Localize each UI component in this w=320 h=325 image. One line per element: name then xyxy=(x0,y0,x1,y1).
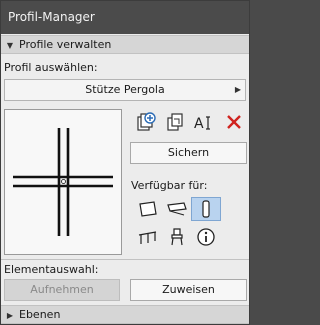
new-profile-icon[interactable] xyxy=(135,111,157,133)
availability-label: Verfügbar für: xyxy=(131,179,208,192)
profile-dropdown-value: Stütze Pergola xyxy=(85,83,165,96)
profile-cross-shape xyxy=(13,128,113,236)
window-title: Profil-Manager xyxy=(1,1,249,34)
triangle-down-icon: ▼ xyxy=(6,41,14,50)
duplicate-profile-icon[interactable] xyxy=(164,111,186,133)
capture-button[interactable]: Aufnehmen xyxy=(4,279,120,301)
profile-dropdown[interactable]: Stütze Pergola ▶ xyxy=(4,79,246,101)
section-header-profiles-label: Profile verwalten xyxy=(19,38,112,51)
section-header-profiles[interactable]: ▼ Profile verwalten xyxy=(1,35,249,54)
delete-profile-icon[interactable] xyxy=(223,111,245,133)
divider xyxy=(1,259,249,260)
triangle-right-icon: ▶ xyxy=(6,311,14,320)
rename-profile-icon[interactable]: A xyxy=(193,111,215,133)
profile-select-label: Profil auswählen: xyxy=(4,61,98,74)
triangle-right-icon: ▶ xyxy=(234,85,241,94)
wall-tool-icon[interactable] xyxy=(133,197,163,221)
section-header-layers-label: Ebenen xyxy=(19,308,61,321)
object-tool-icon[interactable] xyxy=(162,225,192,249)
section-header-layers[interactable]: ▶ Ebenen xyxy=(1,305,249,324)
save-button[interactable]: Sichern xyxy=(130,142,247,164)
beam-tool-icon[interactable] xyxy=(162,197,192,221)
element-selection-label: Elementauswahl: xyxy=(4,263,99,276)
assign-button[interactable]: Zuweisen xyxy=(130,279,247,301)
info-icon[interactable] xyxy=(191,225,221,249)
railing-tool-icon[interactable] xyxy=(133,225,163,249)
profile-preview xyxy=(4,109,122,255)
svg-text:A: A xyxy=(194,116,204,132)
column-tool-icon[interactable] xyxy=(191,197,221,221)
profile-manager-window: Profil-Manager ▼ Profile verwalten Profil… xyxy=(0,0,250,325)
